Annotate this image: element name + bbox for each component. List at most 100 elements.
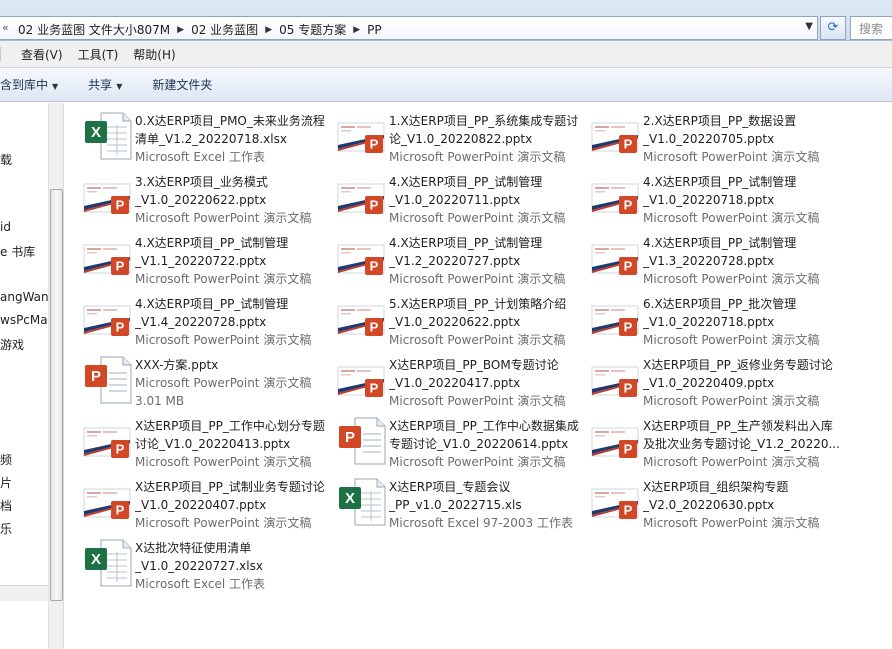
breadcrumb-item-topic-plans[interactable]: 05 专题方案 [275, 21, 350, 38]
file-item[interactable]: X X达批次特征使用清单 _V1.0_20220727.xlsx Microsof… [83, 534, 333, 592]
file-type: Microsoft PowerPoint 演示文稿 [135, 455, 312, 469]
svg-text:P: P [116, 198, 125, 213]
ppt-thumb-icon: P [591, 111, 641, 161]
svg-text:P: P [624, 259, 633, 274]
ppt-thumb-icon: P [83, 416, 133, 466]
file-name: 2.X达ERP项目_PP_数据设置 _V1.0_20220705.pptx [643, 114, 797, 146]
new-folder-button[interactable]: 新建文件夹 [152, 76, 226, 93]
file-item[interactable]: P X达ERP项目_PP_试制业务专题讨论 _V1.0_20220407.ppt… [83, 473, 333, 531]
svg-text:P: P [624, 198, 633, 213]
nav-item-id[interactable]: id [0, 220, 11, 234]
ppt-thumb-icon: P [337, 233, 387, 283]
ppt-thumb-icon: P [591, 294, 641, 344]
file-name: X达ERP项目_PP_工作中心数据集成 专题讨论_V1.0_20220614.p… [389, 419, 579, 451]
file-item[interactable]: P 6.X达ERP项目_PP_批次管理 _V1.0_20220718.pptx M… [591, 290, 841, 348]
ppt-thumb-icon: P [591, 233, 641, 283]
breadcrumb-separator-icon[interactable]: ▶ [350, 25, 363, 35]
file-item[interactable]: P 4.X达ERP项目_PP_试制管理 _V1.3_20220728.pptx M… [591, 229, 841, 287]
breadcrumb-separator-icon[interactable]: ▶ [262, 25, 275, 35]
menu-tools[interactable]: 工具(T) [78, 46, 126, 63]
file-type: Microsoft PowerPoint 演示文稿 [389, 272, 566, 286]
file-name: 3.X达ERP项目_业务模式 _V1.0_20220622.pptx [135, 175, 268, 207]
file-item[interactable]: P X达ERP项目_PP_返修业务专题讨论 _V1.0_20220409.ppt… [591, 351, 841, 409]
ppt-thumb-icon: P [591, 477, 641, 527]
nav-item-downloads[interactable]: 载 [0, 151, 12, 168]
file-name: X达ERP项目_专题会议 _PP_v1.0_2022715.xls [389, 480, 522, 512]
ppt-thumb-icon: P [337, 111, 387, 161]
file-type: Microsoft Excel 97-2003 工作表 [389, 516, 573, 530]
nav-item-user-b[interactable]: wsPcMa [0, 313, 48, 327]
svg-text:X: X [91, 124, 101, 141]
file-type: Microsoft PowerPoint 演示文稿 [643, 150, 820, 164]
nav-item-pictures[interactable]: 片 [0, 474, 12, 491]
ppt-thumb-icon: P [591, 172, 641, 222]
file-type: Microsoft PowerPoint 演示文稿 [389, 394, 566, 408]
svg-text:P: P [116, 442, 125, 457]
svg-text:P: P [370, 137, 379, 152]
refresh-button[interactable]: ⟳ [820, 16, 846, 40]
file-name: 4.X达ERP项目_PP_试制管理 _V1.0_20220711.pptx [389, 175, 543, 207]
file-item[interactable]: P X达ERP项目_PP_工作中心划分专题 讨论_V1.0_20220413.p… [83, 412, 333, 470]
file-item[interactable]: P 2.X达ERP项目_PP_数据设置 _V1.0_20220705.pptx M… [591, 107, 841, 165]
address-bar[interactable]: « 02 业务蓝图 文件大小807M ▶ 02 业务蓝图 ▶ 05 专题方案 ▶… [0, 16, 818, 40]
address-dropdown-icon[interactable]: ▼ [805, 21, 813, 32]
nav-item-documents[interactable]: 档 [0, 497, 12, 514]
svg-text:P: P [370, 381, 379, 396]
file-item[interactable]: P X达ERP项目_PP_BOM专题讨论 _V1.0_20220417.pptx… [337, 351, 587, 409]
file-name: 4.X达ERP项目_PP_试制管理 _V1.1_20220722.pptx [135, 236, 289, 268]
back-chevron-icon[interactable]: « [2, 21, 9, 34]
file-name: 4.X达ERP项目_PP_试制管理 _V1.2_20220727.pptx [389, 236, 543, 268]
file-item[interactable]: P 5.X达ERP项目_PP_计划策略介绍 _V1.0_20220622.ppt… [337, 290, 587, 348]
file-list-view: X 0.X达ERP项目_PMO_未来业务流程 清单_V1.2_20220718.… [65, 103, 892, 649]
ppt-thumb-icon: P [83, 172, 133, 222]
file-item[interactable]: X 0.X达ERP项目_PMO_未来业务流程 清单_V1.2_20220718.… [83, 107, 333, 165]
file-item[interactable]: P 3.X达ERP项目_业务模式 _V1.0_20220622.pptx Micr… [83, 168, 333, 226]
ppt-thumb-icon: P [337, 172, 387, 222]
breadcrumb-item-pp[interactable]: PP [363, 23, 385, 37]
menu-help[interactable]: 帮助(H) [133, 46, 182, 63]
nav-item-library[interactable]: e 书库 [0, 243, 35, 260]
file-type: Microsoft PowerPoint 演示文稿 [643, 394, 820, 408]
menu-view[interactable]: 查看(V) [21, 46, 70, 63]
share-button[interactable]: 共享 ▼ [88, 76, 122, 93]
file-type: Microsoft PowerPoint 演示文稿 [643, 211, 820, 225]
file-item[interactable]: P X达ERP项目_PP_工作中心数据集成 专题讨论_V1.0_20220614… [337, 412, 587, 470]
ppt-thumb-icon: P [83, 477, 133, 527]
include-in-library-button[interactable]: 含到库中 ▼ [0, 76, 58, 93]
file-name: X达批次特征使用清单 _V1.0_20220727.xlsx [135, 541, 263, 573]
breadcrumb-separator-icon[interactable]: ▶ [174, 25, 187, 35]
file-item[interactable]: P 4.X达ERP项目_PP_试制管理 _V1.4_20220728.pptx M… [83, 290, 333, 348]
file-item[interactable]: X X达ERP项目_专题会议 _PP_v1.0_2022715.xls Micro… [337, 473, 587, 531]
excel-icon: X [337, 477, 387, 527]
file-type: Microsoft PowerPoint 演示文稿 [389, 333, 566, 347]
svg-text:P: P [116, 259, 125, 274]
file-name: XXX-方案.pptx [135, 358, 219, 372]
file-name: X达ERP项目_PP_返修业务专题讨论 _V1.0_20220409.pptx [643, 358, 833, 390]
nav-horizontal-scrollbar[interactable] [0, 585, 48, 601]
file-name: X达ERP项目_PP_试制业务专题讨论 _V1.0_20220407.pptx [135, 480, 325, 512]
svg-text:X: X [91, 551, 101, 568]
file-item[interactable]: P 1.X达ERP项目_PP_系统集成专题讨 论_V1.0_20220822.p… [337, 107, 587, 165]
file-item[interactable]: P X达ERP项目_组织架构专题 _V2.0_20220630.pptx Micr… [591, 473, 841, 531]
breadcrumb-item-blueprint-size[interactable]: 02 业务蓝图 文件大小807M [14, 21, 174, 38]
file-type: Microsoft PowerPoint 演示文稿 [135, 211, 312, 225]
chevron-down-icon: ▼ [52, 82, 59, 91]
file-item[interactable]: P 4.X达ERP项目_PP_试制管理 _V1.2_20220727.pptx M… [337, 229, 587, 287]
svg-text:P: P [116, 320, 125, 335]
breadcrumb-item-blueprint[interactable]: 02 业务蓝图 [187, 21, 262, 38]
nav-item-videos[interactable]: 频 [0, 451, 12, 468]
file-item[interactable]: P XXX-方案.pptx Microsoft PowerPoint 演示文稿 3.… [83, 351, 333, 409]
breadcrumb: 02 业务蓝图 文件大小807M ▶ 02 业务蓝图 ▶ 05 专题方案 ▶ P… [14, 21, 386, 38]
file-name: X达ERP项目_组织架构专题 _V2.0_20220630.pptx [643, 480, 789, 512]
ppt-doc-icon: P [337, 416, 387, 466]
share-label: 共享 [88, 78, 113, 92]
file-item[interactable]: P X达ERP项目_PP_生产领发料出入库 及批次业务专题讨论_V1.2_202… [591, 412, 841, 470]
nav-item-games[interactable]: 游戏 [0, 336, 24, 353]
file-name: 4.X达ERP项目_PP_试制管理 _V1.3_20220728.pptx [643, 236, 797, 268]
nav-scrollbar-thumb[interactable] [50, 189, 63, 601]
file-item[interactable]: P 4.X达ERP项目_PP_试制管理 _V1.1_20220722.pptx M… [83, 229, 333, 287]
file-item[interactable]: P 4.X达ERP项目_PP_试制管理 _V1.0_20220718.pptx M… [591, 168, 841, 226]
file-item[interactable]: P 4.X达ERP项目_PP_试制管理 _V1.0_20220711.pptx M… [337, 168, 587, 226]
search-input[interactable]: 搜索 [850, 16, 892, 40]
nav-item-music[interactable]: 乐 [0, 520, 12, 537]
